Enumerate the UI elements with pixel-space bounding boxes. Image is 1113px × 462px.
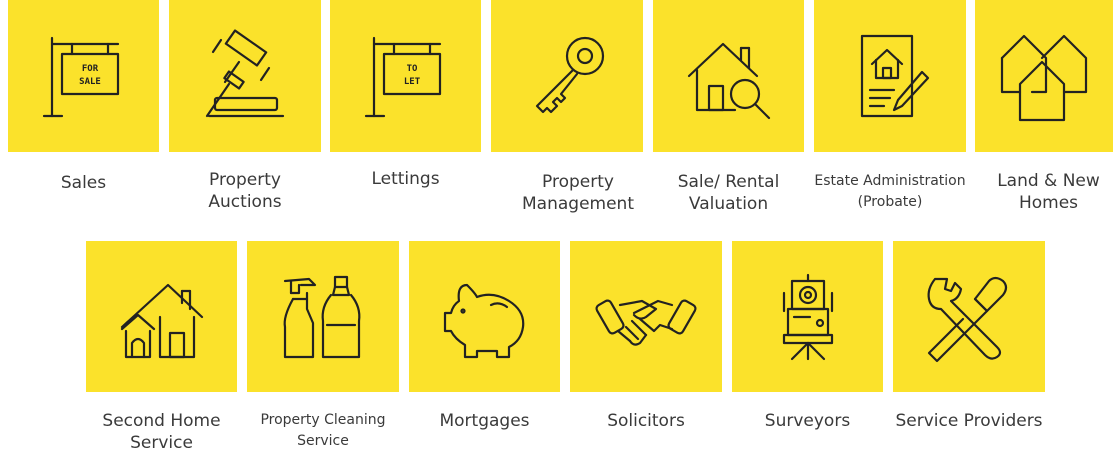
to-let-sign-icon: TO LET [364, 36, 441, 118]
sign-text-line2: SALE [79, 77, 101, 87]
label-property-auctions[interactable]: Property Auctions [189, 169, 301, 213]
home-with-annex-icon [120, 283, 203, 358]
tile-sales[interactable]: FOR SALE [8, 0, 159, 152]
for-sale-sign-icon: FOR SALE [42, 36, 119, 118]
piggy-bank-icon [443, 283, 524, 358]
multiple-houses-icon [1000, 34, 1088, 122]
label-land-new-homes[interactable]: Land & New Homes [984, 170, 1113, 214]
label-estate-administration[interactable]: Estate Administration (Probate) [814, 171, 966, 213]
label-mortgages[interactable]: Mortgages [409, 410, 560, 432]
tools-icon [927, 276, 1008, 362]
tile-lettings[interactable]: TO LET [330, 0, 481, 152]
auction-gavel-icon [205, 29, 285, 118]
tile-sale-rental-valuation[interactable] [653, 0, 804, 152]
document-house-pen-icon [860, 34, 930, 118]
sign-text-line2: LET [403, 77, 420, 87]
tile-solicitors[interactable] [570, 241, 722, 392]
tile-second-home-service[interactable] [86, 241, 237, 392]
key-icon [535, 36, 605, 114]
tile-surveyors[interactable] [732, 241, 883, 392]
sign-text-line1: FOR [81, 64, 98, 74]
label-service-providers[interactable]: Service Providers [893, 410, 1045, 432]
cleaning-bottles-icon [283, 275, 361, 358]
tile-mortgages[interactable] [409, 241, 560, 392]
label-property-cleaning-service[interactable]: Property Cleaning Service [247, 410, 399, 452]
label-sale-rental-valuation[interactable]: Sale/ Rental Valuation [653, 171, 804, 215]
tile-property-management[interactable] [491, 0, 643, 152]
tile-estate-administration[interactable] [814, 0, 966, 152]
tile-property-cleaning-service[interactable] [247, 241, 399, 392]
tile-land-new-homes[interactable] [975, 0, 1113, 152]
label-lettings[interactable]: Lettings [330, 168, 481, 190]
tile-property-auctions[interactable] [169, 0, 321, 152]
label-surveyors[interactable]: Surveyors [732, 410, 883, 432]
label-second-home-service[interactable]: Second Home Service [86, 410, 237, 454]
tile-service-providers[interactable] [893, 241, 1045, 392]
label-solicitors[interactable]: Solicitors [570, 410, 722, 432]
label-property-management[interactable]: Property Management [516, 171, 640, 215]
survey-instrument-icon [782, 273, 833, 360]
handshake-icon [595, 299, 697, 346]
sign-text-line1: TO [406, 64, 417, 74]
label-sales[interactable]: Sales [8, 172, 159, 194]
house-magnifier-icon [687, 42, 770, 120]
